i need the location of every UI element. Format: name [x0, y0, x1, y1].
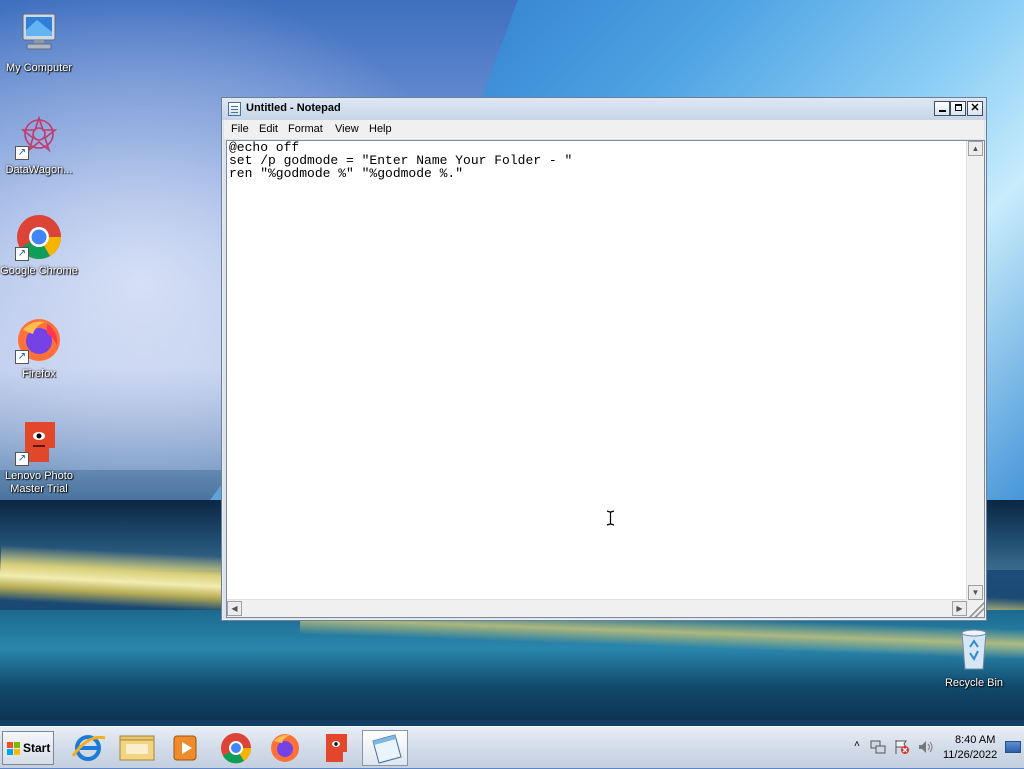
lenovo-photo-master-icon: ↗ [15, 418, 63, 466]
desktop-icon-datawagon[interactable]: ↗ DataWagon... [0, 112, 79, 177]
scroll-right-button[interactable]: ▶ [952, 601, 967, 616]
desktop-icon-label: My Computer [5, 62, 73, 74]
desktop-icon-label: DataWagon... [5, 164, 73, 176]
close-icon: ✕ [970, 102, 980, 114]
vertical-scrollbar[interactable]: ▲ ▼ [966, 141, 984, 600]
menu-format[interactable]: Format [288, 123, 323, 135]
network-icon[interactable] [870, 739, 886, 755]
menu-file[interactable]: File [231, 123, 249, 135]
maximize-icon [954, 104, 962, 111]
lenovo-photo-master-icon [326, 734, 347, 762]
resize-grip[interactable] [967, 600, 984, 617]
horizontal-scrollbar[interactable]: ◀ ▶ [227, 599, 967, 617]
start-label: Start [23, 741, 51, 755]
desktop-icon-my-computer[interactable]: My Computer [0, 10, 79, 75]
maximize-button[interactable] [950, 101, 966, 116]
menu-help[interactable]: Help [369, 123, 392, 135]
desktop-icon-label: Recycle Bin [944, 677, 1004, 689]
desktop-icon-lenovo-photo-master[interactable]: ↗ Lenovo Photo Master Trial [0, 418, 79, 496]
taskbar-lenovo-photo-master[interactable] [313, 730, 359, 766]
taskbar-firefox[interactable] [262, 730, 308, 766]
scroll-up-button[interactable]: ▲ [968, 141, 983, 156]
internet-explorer-icon [71, 735, 106, 761]
firefox-icon: ↗ [15, 316, 63, 364]
menu-bar: File Edit Format View Help [224, 120, 984, 139]
notepad-icon [228, 102, 241, 116]
window-title: Untitled - Notepad [246, 102, 341, 114]
desktop-icon-firefox[interactable]: ↗ Firefox [0, 316, 79, 381]
text-editor[interactable]: @echo off set /p godmode = "Enter Name Y… [226, 140, 985, 618]
show-hidden-icons-icon[interactable]: ˄ [854, 739, 860, 750]
notepad-icon [372, 734, 402, 764]
minimize-button[interactable] [934, 101, 950, 116]
media-player-icon [173, 735, 197, 761]
volume-icon[interactable] [918, 739, 934, 755]
notepad-window[interactable]: Untitled - Notepad ✕ File Edit Format Vi… [221, 97, 987, 621]
desktop-icon-label: Google Chrome [0, 265, 78, 277]
desktop-icon-label: Firefox [22, 368, 56, 380]
shortcut-arrow-icon: ↗ [15, 247, 29, 261]
minimize-icon [938, 110, 946, 112]
menu-view[interactable]: View [335, 123, 359, 135]
chrome-icon: ↗ [15, 213, 63, 261]
desktop-icon-label: Lenovo Photo Master Trial [5, 470, 73, 495]
editor-content[interactable]: @echo off set /p godmode = "Enter Name Y… [229, 141, 966, 599]
desktop-icon-recycle-bin[interactable]: Recycle Bin [934, 625, 1014, 690]
notepad-titlebar[interactable]: Untitled - Notepad ✕ [222, 98, 986, 120]
clock-time[interactable]: 8:40 AM [955, 734, 995, 746]
scroll-down-button[interactable]: ▼ [968, 585, 983, 600]
recycle-bin-icon [950, 625, 998, 673]
taskbar: Start ˄ 8:40 AM 11/26/2022 [0, 726, 1024, 768]
clock-date[interactable]: 11/26/2022 [943, 749, 997, 761]
taskbar-internet-explorer[interactable] [65, 730, 111, 766]
start-button[interactable]: Start [2, 731, 54, 765]
close-button[interactable]: ✕ [967, 101, 983, 116]
chrome-icon [221, 733, 252, 764]
system-tray: ˄ 8:40 AM 11/26/2022 [848, 727, 1024, 768]
datawagon-icon: ↗ [15, 112, 63, 160]
desktop-icon-google-chrome[interactable]: ↗ Google Chrome [0, 213, 79, 278]
shortcut-arrow-icon: ↗ [15, 350, 29, 364]
shortcut-arrow-icon: ↗ [15, 146, 29, 160]
shortcut-arrow-icon: ↗ [15, 452, 29, 466]
folder-icon [119, 735, 155, 761]
computer-icon [15, 10, 63, 58]
menu-edit[interactable]: Edit [259, 123, 278, 135]
action-center-flag-icon[interactable] [894, 739, 910, 755]
show-desktop-button[interactable] [1005, 741, 1021, 753]
text-cursor-icon [606, 510, 615, 526]
firefox-icon [271, 734, 299, 762]
windows-flag-icon [7, 742, 20, 755]
taskbar-google-chrome[interactable] [213, 730, 259, 766]
scroll-left-button[interactable]: ◀ [227, 601, 242, 616]
taskbar-file-explorer[interactable] [114, 730, 160, 766]
taskbar-media-player[interactable] [162, 730, 208, 766]
taskbar-notepad[interactable] [362, 730, 408, 766]
